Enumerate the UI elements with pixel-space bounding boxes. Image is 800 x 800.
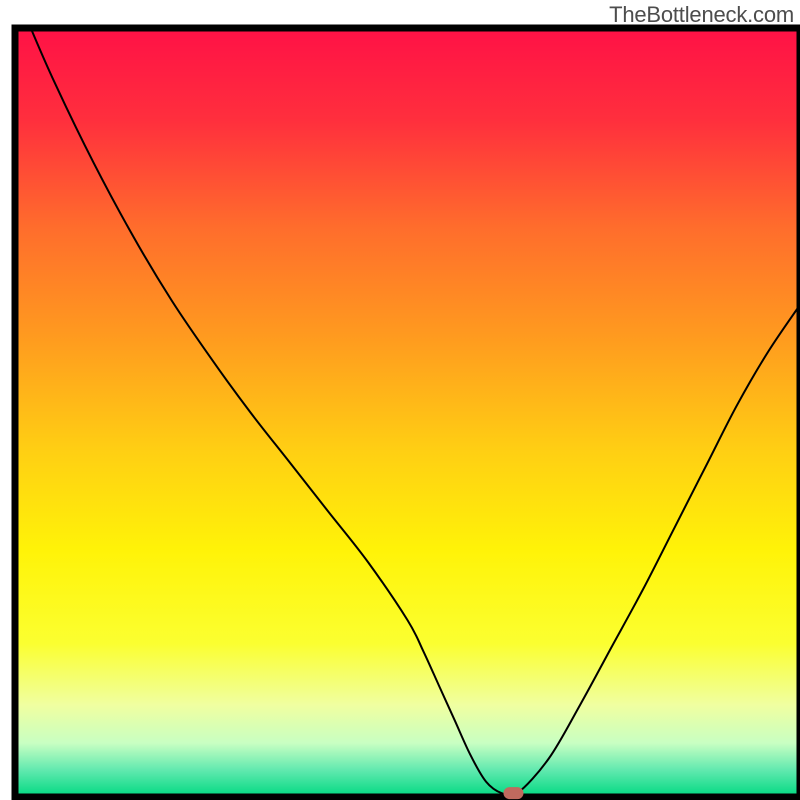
bottleneck-chart [0, 0, 800, 800]
chart-container: TheBottleneck.com [0, 0, 800, 800]
watermark-text: TheBottleneck.com [609, 2, 794, 28]
plot-background [15, 28, 800, 797]
minimum-marker [503, 787, 523, 799]
